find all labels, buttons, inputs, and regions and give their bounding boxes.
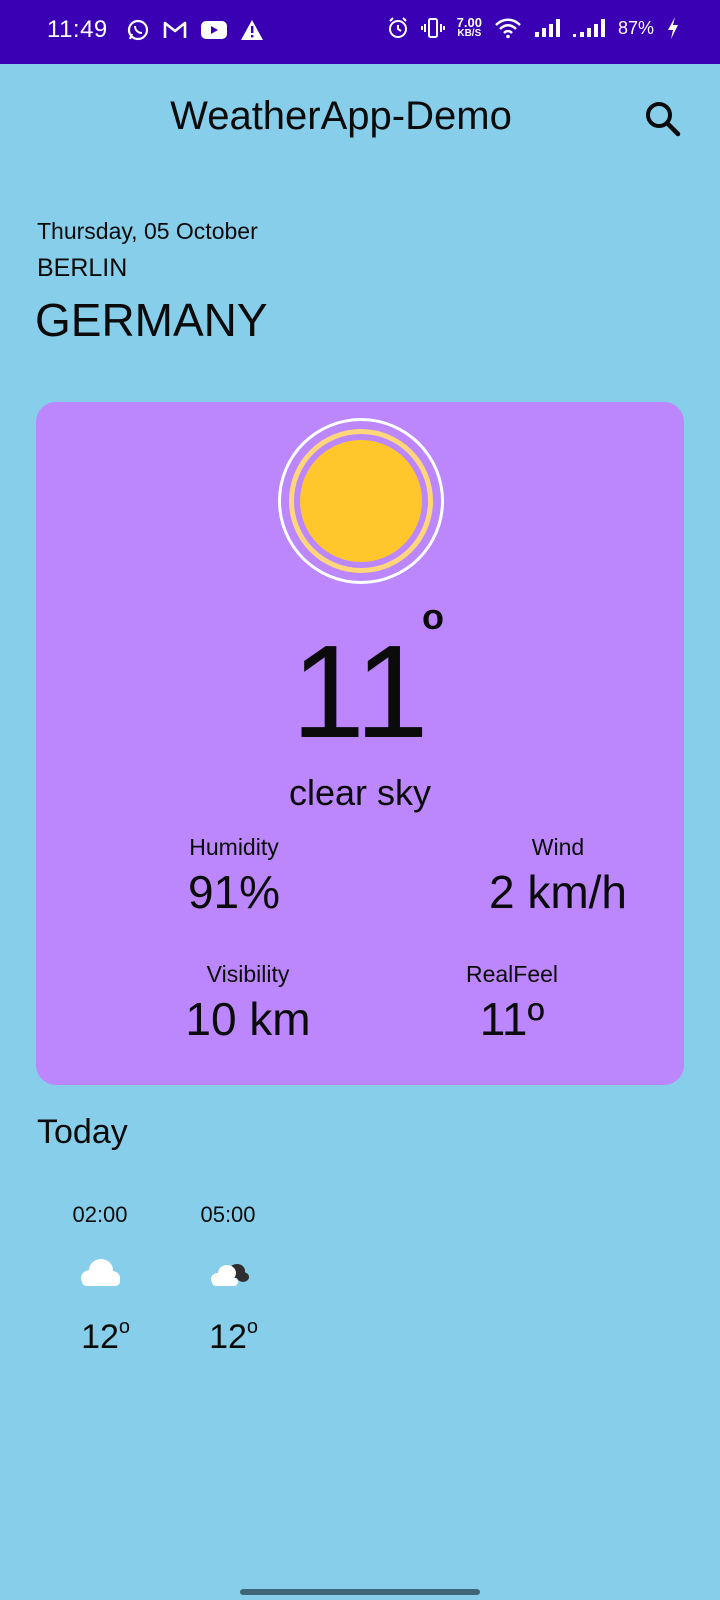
- hour-time: 05:00: [200, 1202, 256, 1227]
- hourly-forecast-item[interactable]: 05:00 12 o: [173, 1200, 283, 1359]
- whatsapp-icon: [127, 19, 149, 41]
- current-temperature: 11: [291, 618, 429, 765]
- wind-label: Wind: [531, 834, 585, 860]
- hour-temperature-value: 12: [81, 1318, 119, 1356]
- current-weather-card: 11 o clear sky Humidity 91% Wind 2 km/h …: [36, 402, 684, 1085]
- humidity-stat: Humidity 91%: [104, 832, 364, 922]
- hour-temperature: 12 o: [45, 1315, 155, 1359]
- alarm-icon: [388, 17, 407, 38]
- cloudy-night-icon: [211, 1264, 249, 1286]
- visibility-label: Visibility: [206, 961, 290, 987]
- status-time: 11:49: [47, 16, 108, 43]
- warning-icon: [241, 20, 263, 40]
- humidity-value: 91%: [187, 866, 281, 918]
- home-indicator[interactable]: [240, 1589, 480, 1595]
- wind-value: 2 km/h: [488, 866, 628, 918]
- search-icon: [646, 102, 681, 137]
- hourly-forecast-item[interactable]: 02:00 12 o: [45, 1200, 155, 1359]
- city-label: BERLIN: [37, 254, 128, 282]
- youtube-icon: [201, 21, 227, 39]
- hour-temperature: 12 o: [173, 1315, 283, 1359]
- signal-icon-2: [572, 19, 605, 37]
- visibility-value: 10 km: [185, 993, 311, 1045]
- wifi-icon: [495, 18, 521, 39]
- sun-icon: [278, 418, 444, 584]
- realfeel-label: RealFeel: [465, 961, 559, 987]
- visibility-stat: Visibility 10 km: [118, 959, 378, 1049]
- vibrate-icon: [420, 18, 445, 38]
- status-bar: 11:49 7.00 KB/S 87%: [0, 0, 720, 64]
- weather-condition: clear sky: [288, 772, 432, 813]
- country-label: GERMANY: [35, 294, 268, 346]
- hour-degree-symbol: o: [118, 1316, 131, 1338]
- date-label: Thursday, 05 October: [37, 218, 258, 244]
- gmail-icon: [163, 21, 187, 38]
- app-title: WeatherApp-Demo: [170, 94, 512, 138]
- charging-icon: [668, 17, 678, 39]
- network-speed-value: 7.00: [456, 15, 482, 30]
- hour-time: 02:00: [72, 1202, 128, 1227]
- cloud-icon: [81, 1259, 120, 1286]
- app-bar: WeatherApp-Demo: [0, 64, 720, 174]
- wind-stat: Wind 2 km/h: [428, 832, 688, 922]
- network-speed: 7.00 KB/S: [456, 15, 482, 39]
- humidity-label: Humidity: [189, 834, 279, 860]
- today-section-title: Today: [37, 1113, 128, 1151]
- temperature-degree-symbol: o: [422, 596, 444, 637]
- realfeel-stat: RealFeel 11º: [382, 959, 642, 1049]
- weather-icon: [276, 416, 446, 586]
- hour-degree-symbol: o: [246, 1316, 259, 1338]
- system-icons: 7.00 KB/S 87%: [387, 16, 680, 40]
- signal-icon: [534, 19, 560, 37]
- hour-temperature-value: 12: [209, 1318, 247, 1356]
- battery-percentage: 87%: [617, 17, 654, 38]
- notification-icons: [126, 18, 264, 42]
- search-button[interactable]: [640, 96, 688, 144]
- realfeel-value: 11º: [479, 993, 545, 1045]
- network-speed-unit: KB/S: [457, 28, 482, 39]
